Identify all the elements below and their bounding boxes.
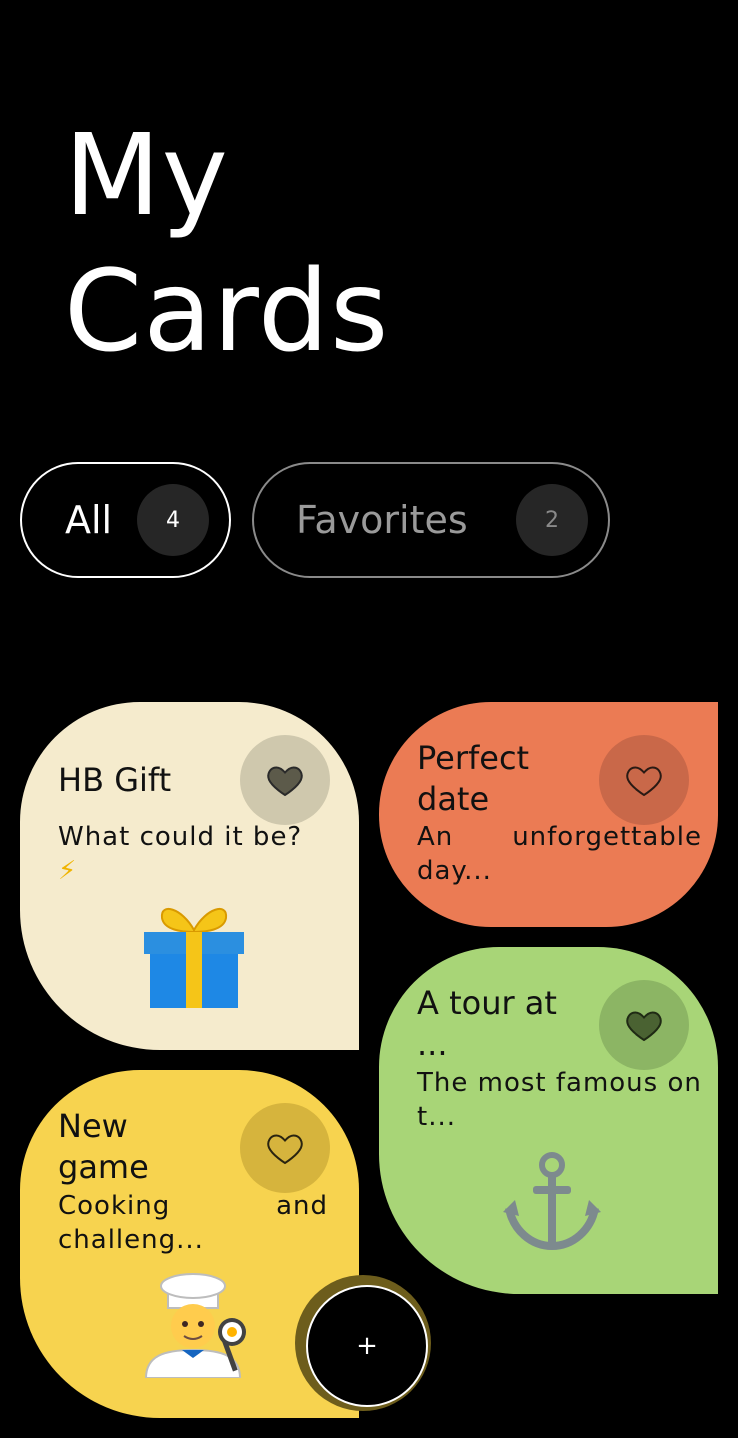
card-description: What could it be? ⚡ — [58, 820, 343, 888]
tab-all-label: All — [65, 498, 113, 542]
lightning-emoji: ⚡ — [58, 856, 78, 886]
tab-favorites[interactable]: Favorites 2 — [252, 462, 610, 578]
favorite-button[interactable] — [599, 980, 689, 1070]
cook-emoji — [142, 1272, 248, 1382]
card-perfect-date[interactable]: Perfect date An unforgettable day... — [379, 702, 718, 927]
heart-icon — [267, 1134, 303, 1165]
gift-emoji — [142, 902, 246, 1012]
heart-icon — [267, 766, 303, 797]
card-title: New game — [58, 1107, 149, 1186]
favorite-button[interactable] — [599, 735, 689, 825]
page-title-line-1: My — [64, 111, 229, 241]
card-hb-gift[interactable]: HB Gift What could it be? ⚡ — [20, 702, 359, 1050]
page-title: My Cards — [64, 108, 389, 380]
favorite-button[interactable] — [240, 1103, 330, 1193]
card-title: Perfect date — [417, 739, 530, 818]
tab-favorites-label: Favorites — [296, 498, 468, 542]
tab-all-count-badge: 4 — [137, 484, 209, 556]
tab-favorites-count-badge: 2 — [516, 484, 588, 556]
heart-icon — [626, 1011, 662, 1042]
card-description: An unforgettable day... — [417, 822, 702, 886]
card-tour[interactable]: A tour at ... The most famous on t... — [379, 947, 718, 1294]
heart-icon — [626, 766, 662, 797]
card-description: Cooking and challeng... — [58, 1191, 328, 1255]
card-description: The most famous on t... — [417, 1068, 702, 1132]
favorite-button[interactable] — [240, 735, 330, 825]
page-title-line-2: Cards — [64, 247, 390, 377]
anchor-emoji — [501, 1150, 603, 1256]
card-description-text: What could it be? — [58, 822, 303, 852]
card-title: HB Gift — [58, 761, 172, 799]
card-title: A tour at ... — [417, 984, 557, 1063]
add-card-button[interactable]: + — [306, 1285, 428, 1407]
tab-all[interactable]: All 4 — [20, 462, 231, 578]
